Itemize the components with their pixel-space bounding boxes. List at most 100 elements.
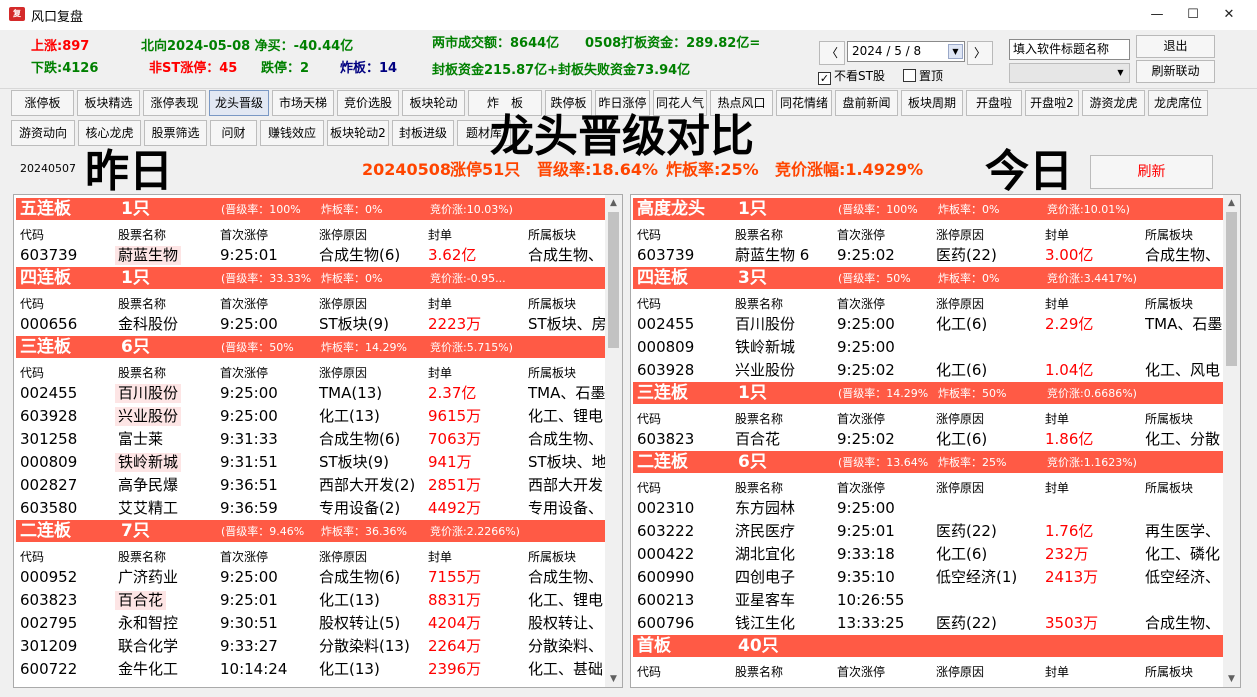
column-header[interactable]: 所属板块 [1145,663,1193,680]
column-header[interactable]: 股票名称 [735,410,783,427]
column-header[interactable]: 涨停原因 [936,226,984,243]
column-header[interactable]: 首次涨停 [220,548,268,565]
column-header[interactable]: 股票名称 [118,548,166,565]
column-header[interactable]: 首次涨停 [837,663,885,680]
tab-2[interactable]: 板块精选 [77,90,140,116]
column-header[interactable]: 代码 [637,663,661,680]
table-row[interactable]: 603928 兴业股份 9:25:00 化工(13) 9615万 化工、锂电 [14,405,605,428]
tab-7[interactable]: 封板进级 [392,120,454,146]
table-row[interactable]: 002455 百川股份 9:25:00 化工(6) 2.29亿 TMA、石墨 [631,313,1223,336]
column-header[interactable]: 所属板块 [1145,410,1193,427]
column-header[interactable]: 封单 [428,548,452,565]
tab-4[interactable]: 龙头晋级 [209,90,269,116]
tab-13[interactable]: 同花情绪 [776,90,832,116]
yesterday-scrollbar[interactable]: ▲ ▼ [605,195,622,687]
table-row[interactable]: 000809 铁岭新城 9:31:51 ST板块(9) 941万 ST板块、地 [14,451,605,474]
column-header[interactable]: 代码 [637,410,661,427]
column-header[interactable]: 代码 [637,479,661,496]
column-header[interactable]: 封单 [1045,479,1069,496]
tab-1[interactable]: 游资动向 [11,120,75,146]
dropdown-select[interactable]: ▼ [1009,63,1130,83]
table-row[interactable]: 603928 兴业股份 9:25:02 化工(6) 1.04亿 化工、风电 [631,359,1223,382]
table-row[interactable]: 301209 联合化学 9:33:27 分散染料(13) 2264万 分散染料、 [14,635,605,658]
column-header[interactable]: 所属板块 [528,226,576,243]
maximize-button[interactable]: ☐ [1178,6,1208,24]
table-row[interactable]: 301258 富士莱 9:31:33 合成生物(6) 7063万 合成生物、 [14,428,605,451]
table-row[interactable]: 600722 金牛化工 10:14:24 化工(13) 2396万 化工、甚础 [14,658,605,681]
column-header[interactable]: 涨停原因 [319,295,367,312]
tab-17[interactable]: 开盘啦2 [1025,90,1079,116]
column-header[interactable]: 封单 [428,295,452,312]
tab-4[interactable]: 问财 [210,120,257,146]
tab-6[interactable]: 板块轮动2 [327,120,389,146]
table-row[interactable]: 600213 亚星客车 10:26:55 [631,589,1223,612]
table-row[interactable]: 002310 东方园林 9:25:00 [631,497,1223,520]
table-row[interactable]: 000809 铁岭新城 9:25:00 [631,336,1223,359]
column-header[interactable]: 涨停原因 [936,295,984,312]
column-header[interactable]: 封单 [428,364,452,381]
next-date-button[interactable]: 〉 [967,41,993,65]
refresh-link-button[interactable]: 刷新联动 [1136,60,1215,83]
title-input[interactable]: 填入软件标题名称 [1009,39,1130,60]
column-header[interactable]: 股票名称 [735,295,783,312]
tab-6[interactable]: 竞价选股 [337,90,399,116]
column-header[interactable]: 涨停原因 [936,479,984,496]
table-row[interactable]: 603580 艾艾精工 9:36:59 专用设备(2) 4492万 专用设备、 [14,497,605,520]
tab-1[interactable]: 涨停板 [11,90,74,116]
column-header[interactable]: 所属板块 [528,295,576,312]
column-header[interactable]: 封单 [428,226,452,243]
column-header[interactable]: 所属板块 [528,548,576,565]
scroll-up-icon[interactable]: ▲ [605,195,622,211]
tab-2[interactable]: 核心龙虎 [78,120,141,146]
table-row[interactable]: 000656 金科股份 9:25:00 ST板块(9) 2223万 ST板块、房 [14,313,605,336]
tab-16[interactable]: 开盘啦 [966,90,1022,116]
table-row[interactable]: 603739 蔚蓝生物 6 9:25:02 医药(22) 3.00亿 合成生物、 [631,244,1223,267]
column-header[interactable]: 首次涨停 [837,479,885,496]
table-row[interactable]: 002795 永和智控 9:30:51 股权转让(5) 4204万 股权转让、 [14,612,605,635]
column-header[interactable]: 代码 [637,226,661,243]
column-header[interactable]: 代码 [20,226,44,243]
close-button[interactable]: ✕ [1214,6,1244,24]
table-row[interactable]: 600796 钱江生化 13:33:25 医药(22) 3503万 合成生物、 [631,612,1223,635]
table-row[interactable]: 603222 济民医疗 9:25:01 医药(22) 1.76亿 再生医学、 [631,520,1223,543]
column-header[interactable]: 代码 [20,364,44,381]
tab-15[interactable]: 板块周期 [901,90,963,116]
column-header[interactable]: 代码 [637,295,661,312]
date-picker[interactable]: 2024 / 5 / 8 ▼ [847,41,965,62]
column-header[interactable]: 涨停原因 [319,226,367,243]
exit-button[interactable]: 退出 [1136,35,1215,58]
scroll-thumb[interactable] [1226,212,1237,366]
table-row[interactable]: 000422 湖北宜化 9:33:18 化工(6) 232万 化工、磷化 [631,543,1223,566]
column-header[interactable]: 封单 [1045,226,1069,243]
column-header[interactable]: 所属板块 [1145,226,1193,243]
tab-18[interactable]: 游资龙虎 [1082,90,1145,116]
table-row[interactable]: 603823 百合花 9:25:02 化工(6) 1.86亿 化工、分散 [631,428,1223,451]
tab-14[interactable]: 盘前新闻 [835,90,898,116]
column-header[interactable]: 所属板块 [528,364,576,381]
tab-7[interactable]: 板块轮动 [402,90,465,116]
refresh-button[interactable]: 刷新 [1090,155,1213,189]
table-row[interactable]: 002827 高争民爆 9:36:51 西部大开发(2) 2851万 西部大开发 [14,474,605,497]
column-header[interactable]: 涨停原因 [319,364,367,381]
prev-date-button[interactable]: 〈 [819,41,845,65]
scroll-down-icon[interactable]: ▼ [605,671,622,687]
table-row[interactable]: 603739 蔚蓝生物 9:25:01 合成生物(6) 3.62亿 合成生物、 [14,244,605,267]
column-header[interactable]: 封单 [1045,663,1069,680]
scroll-down-icon[interactable]: ▼ [1223,671,1240,687]
column-header[interactable]: 所属板块 [1145,295,1193,312]
tab-3[interactable]: 股票筛选 [144,120,207,146]
column-header[interactable]: 代码 [20,295,44,312]
table-row[interactable]: 002455 百川股份 9:25:00 TMA(13) 2.37亿 TMA、石墨 [14,382,605,405]
column-header[interactable]: 股票名称 [735,479,783,496]
column-header[interactable]: 所属板块 [1145,479,1193,496]
chevron-down-icon[interactable]: ▼ [948,44,963,59]
today-scrollbar[interactable]: ▲ ▼ [1223,195,1240,687]
tab-5[interactable]: 市场天梯 [272,90,334,116]
column-header[interactable]: 股票名称 [118,226,166,243]
minimize-button[interactable]: — [1142,6,1172,24]
column-header[interactable]: 股票名称 [735,226,783,243]
no-st-checkbox[interactable]: ✓ 不看ST股 [818,68,885,85]
column-header[interactable]: 首次涨停 [220,364,268,381]
tab-5[interactable]: 赚钱效应 [260,120,324,146]
column-header[interactable]: 涨停原因 [936,410,984,427]
